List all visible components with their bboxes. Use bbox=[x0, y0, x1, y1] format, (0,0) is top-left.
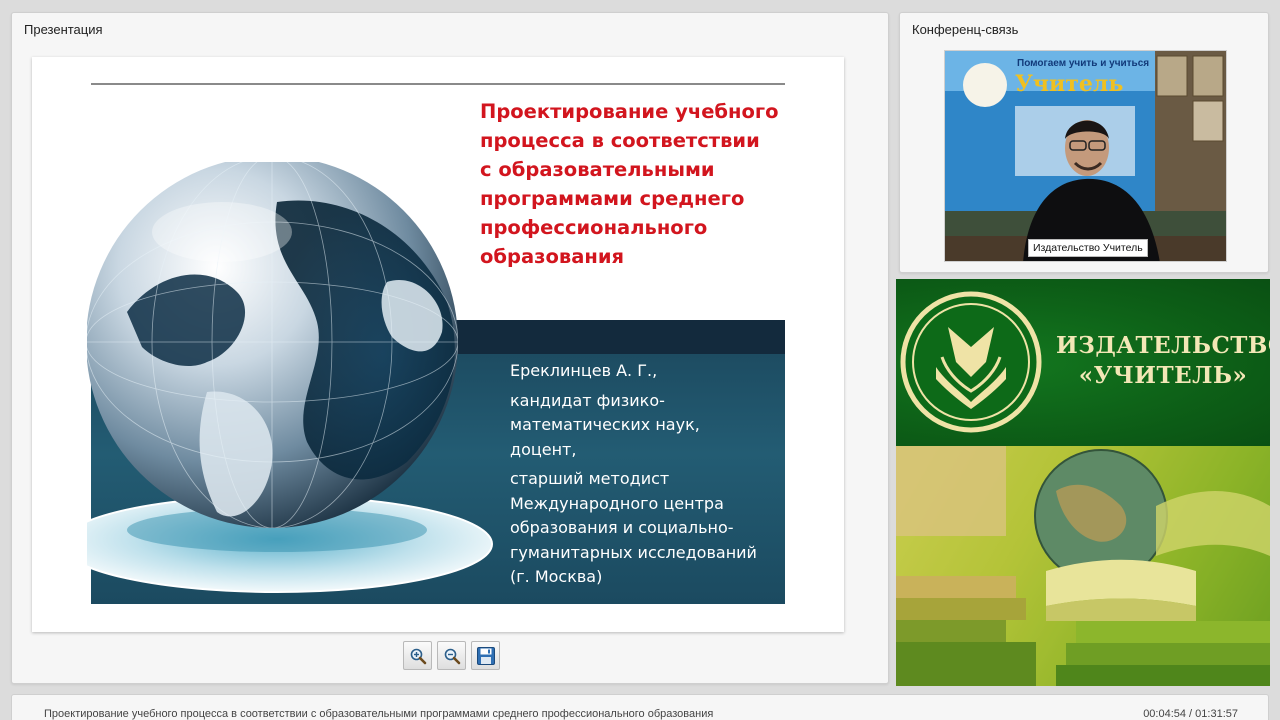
presentation-panel: Презентация Проектирование учебного проц… bbox=[11, 12, 889, 684]
slide-author-info: Ереклинцев А. Г., кандидат физико- матем… bbox=[510, 359, 785, 590]
video-feed[interactable]: Помогаем учить и учиться Учитель Издател… bbox=[944, 50, 1227, 262]
playback-time: 00:04:54 / 01:31:57 bbox=[1143, 708, 1238, 720]
author-title: доцент, bbox=[510, 439, 577, 459]
publisher-name: ИЗДАТЕЛЬСТВО «УЧИТЕЛЬ» bbox=[1056, 332, 1270, 389]
author-position-line-4: гуманитарных исследований bbox=[510, 542, 757, 562]
publisher-logo-icon bbox=[900, 291, 1042, 433]
floppy-disk-icon bbox=[476, 646, 495, 665]
zoom-out-icon bbox=[444, 648, 460, 664]
conference-panel: Конференц-связь Помогаем учить и учиться… bbox=[899, 12, 1269, 273]
footer-title: Проектирование учебного процесса в соотв… bbox=[44, 708, 714, 720]
author-position-line-3: образования и социально- bbox=[510, 518, 734, 537]
video-caption: Издательство Учитель bbox=[1028, 239, 1148, 257]
slide-toolbar bbox=[403, 641, 500, 671]
save-button[interactable] bbox=[471, 641, 500, 670]
author-city: (г. Москва) bbox=[510, 567, 603, 586]
zoom-out-button[interactable] bbox=[437, 641, 466, 670]
author-position-line-1: старший методист bbox=[510, 469, 670, 488]
zoom-in-icon bbox=[410, 648, 426, 664]
author-name: Ереклинцев А. Г., bbox=[510, 361, 658, 380]
presentation-slide: Проектирование учебного процесса в соотв… bbox=[32, 57, 844, 632]
zoom-in-button[interactable] bbox=[403, 641, 432, 670]
books-globe-illustration bbox=[896, 446, 1270, 686]
publisher-banner[interactable]: ИЗДАТЕЛЬСТВО «УЧИТЕЛЬ» bbox=[896, 279, 1270, 686]
footer-bar: Проектирование учебного процесса в соотв… bbox=[11, 694, 1269, 720]
backdrop-slogan: Помогаем учить и учиться bbox=[1017, 58, 1149, 69]
author-degree-line-2: математических наук, bbox=[510, 415, 700, 434]
author-position-line-2: Международного центра bbox=[510, 493, 724, 513]
banner-logo-area: ИЗДАТЕЛЬСТВО «УЧИТЕЛЬ» bbox=[896, 279, 1270, 446]
slide-title: Проектирование учебного процесса в соотв… bbox=[480, 100, 779, 268]
presentation-panel-title: Презентация bbox=[24, 22, 103, 37]
slide-top-rule bbox=[91, 83, 785, 85]
banner-books-illustration bbox=[896, 446, 1270, 686]
backdrop-logo-text: Учитель bbox=[1015, 71, 1123, 97]
conference-panel-title: Конференц-связь bbox=[912, 22, 1019, 37]
author-degree-line-1: кандидат физико- bbox=[510, 390, 665, 410]
video-frame-illustration: Помогаем учить и учиться Учитель bbox=[945, 51, 1226, 261]
globe-illustration bbox=[87, 162, 493, 593]
